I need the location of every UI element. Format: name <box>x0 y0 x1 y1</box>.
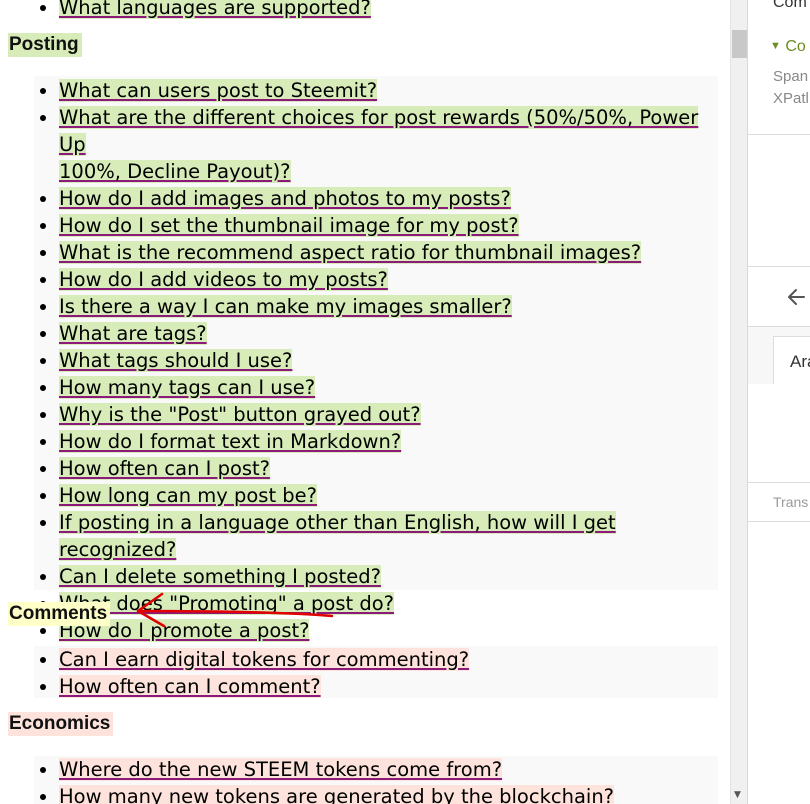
list-item: How do I set the thumbnail image for my … <box>0 212 720 239</box>
list-item: What languages are supported? <box>0 0 720 21</box>
list-item: Can I earn digital tokens for commenting… <box>0 646 720 673</box>
faq-link[interactable]: Why is the "Post" button grayed out? <box>59 403 421 426</box>
economics-heading: Economics <box>8 712 114 736</box>
tab-content <box>748 384 810 482</box>
divider <box>748 482 810 483</box>
list-item: What are tags? <box>0 320 720 347</box>
list-item: What are the different choices for post … <box>0 104 720 185</box>
list-item: How long can my post be? <box>0 482 720 509</box>
faq-content: What languages are supported? Posting Wh… <box>0 0 730 804</box>
scrollbar-thumb[interactable] <box>732 30 747 58</box>
divider <box>748 521 810 522</box>
list-item: How do I add videos to my posts? <box>0 266 720 293</box>
list-item: Why is the "Post" button grayed out? <box>0 401 720 428</box>
divider <box>748 134 810 135</box>
tab-arabic[interactable]: Ara <box>773 336 810 384</box>
faq-link[interactable]: How often can I comment? <box>59 675 321 698</box>
devtools-panel: Com ▼ Co Span XPatl Ara Trans <box>747 0 810 804</box>
list-item: How many tags can I use? <box>0 374 720 401</box>
faq-link[interactable]: Is there a way I can make my images smal… <box>59 295 512 318</box>
list-item: What can users post to Steemit? <box>0 77 720 104</box>
list-item: If posting in a language other than Engl… <box>0 509 720 563</box>
panel-title: Com <box>773 0 807 11</box>
list-item: How often can I post? <box>0 455 720 482</box>
faq-link[interactable]: How many new tokens are generated by the… <box>59 785 615 804</box>
faq-link[interactable]: Can I earn digital tokens for commenting… <box>59 648 470 671</box>
faq-link[interactable]: What are the different choices for post … <box>59 106 699 183</box>
expand-triangle-icon[interactable]: ▼ <box>770 40 781 52</box>
divider <box>748 266 810 267</box>
faq-link[interactable]: How do I set the thumbnail image for my … <box>59 214 519 237</box>
list-item: What tags should I use? <box>0 347 720 374</box>
list-item: How many new tokens are generated by the… <box>0 783 720 804</box>
red-arrow-annotation <box>136 592 334 628</box>
top-list: What languages are supported? <box>0 0 720 21</box>
faq-link[interactable]: What is the recommend aspect ratio for t… <box>59 241 642 264</box>
panel-section-label: Co <box>785 38 806 55</box>
posting-heading: Posting <box>8 33 82 57</box>
faq-link[interactable]: Where do the new STEEM tokens come from? <box>59 758 503 781</box>
faq-link[interactable]: What languages are supported? <box>59 0 371 19</box>
panel-line: Span <box>773 68 809 85</box>
faq-link-line: 100%, Decline Payout)? <box>59 160 291 183</box>
economics-list: Where do the new STEEM tokens come from?… <box>0 756 720 804</box>
panel-line: XPatl <box>773 90 809 107</box>
faq-link[interactable]: How do I add images and photos to my pos… <box>59 187 511 210</box>
faq-link[interactable]: What are tags? <box>59 322 207 345</box>
tab-label: Ara <box>790 352 810 371</box>
posting-list: What can users post to Steemit? What are… <box>0 77 720 644</box>
panel-section-header[interactable]: ▼ Co <box>770 38 806 56</box>
arrow-left-icon[interactable] <box>786 287 806 307</box>
list-item: Where do the new STEEM tokens come from? <box>0 756 720 783</box>
panel-footer-label: Trans <box>773 494 809 510</box>
list-item: Can I delete something I posted? <box>0 563 720 590</box>
list-item: How often can I comment? <box>0 673 720 700</box>
faq-link[interactable]: What can users post to Steemit? <box>59 79 378 102</box>
scroll-down-arrow-icon[interactable]: ▼ <box>734 790 741 800</box>
faq-link[interactable]: Can I delete something I posted? <box>59 565 381 588</box>
list-item: Is there a way I can make my images smal… <box>0 293 720 320</box>
faq-link[interactable]: What tags should I use? <box>59 349 293 372</box>
comments-list: Can I earn digital tokens for commenting… <box>0 646 720 700</box>
faq-link[interactable]: How many tags can I use? <box>59 376 316 399</box>
faq-link[interactable]: How often can I post? <box>59 457 271 480</box>
list-item: How do I format text in Markdown? <box>0 428 720 455</box>
faq-link[interactable]: How do I format text in Markdown? <box>59 430 402 453</box>
faq-link[interactable]: How long can my post be? <box>59 484 318 507</box>
list-item: What is the recommend aspect ratio for t… <box>0 239 720 266</box>
comments-heading: Comments <box>8 602 111 626</box>
page-scrollbar[interactable]: ▼ <box>730 0 747 804</box>
list-item: How do I add images and photos to my pos… <box>0 185 720 212</box>
faq-link[interactable]: How do I add videos to my posts? <box>59 268 388 291</box>
faq-link[interactable]: If posting in a language other than Engl… <box>59 511 616 561</box>
faq-link-line: What are the different choices for post … <box>59 106 699 156</box>
